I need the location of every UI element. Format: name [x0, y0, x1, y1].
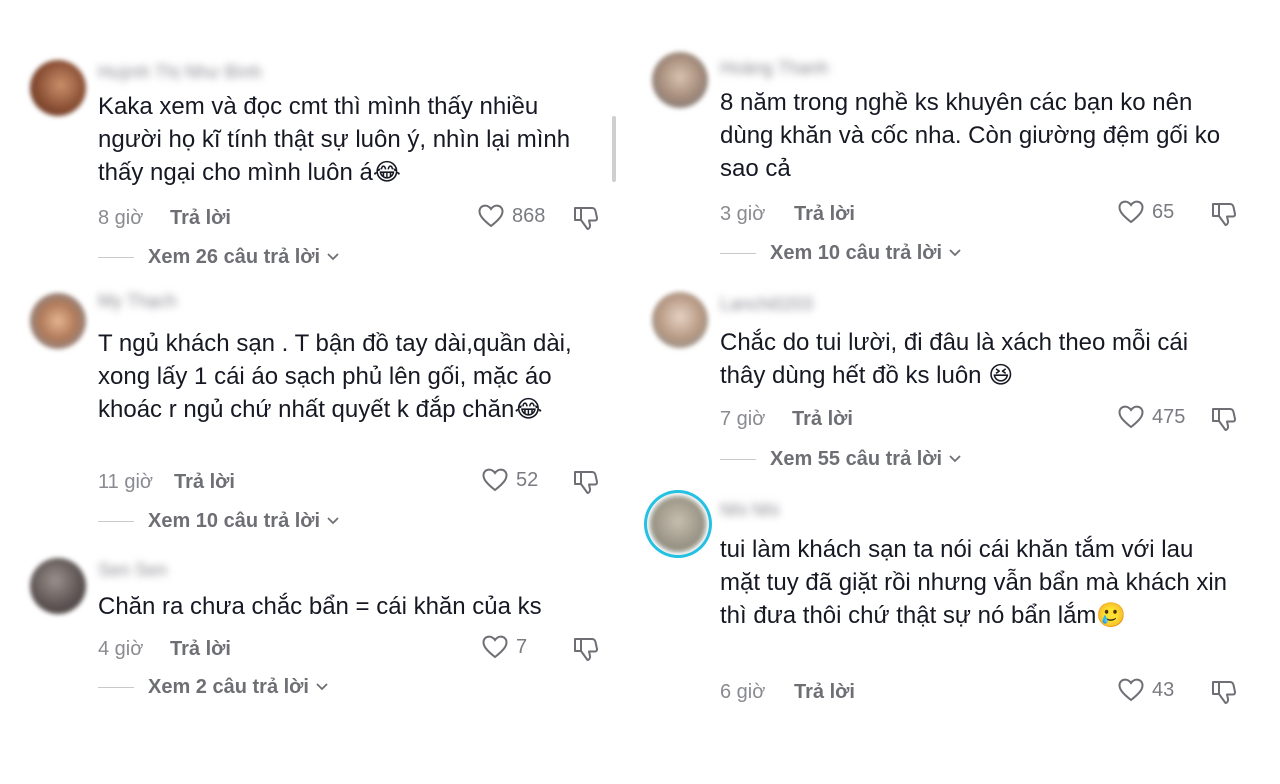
- reply-button[interactable]: Trả lời: [792, 408, 853, 431]
- reply-button[interactable]: Trả lời: [170, 207, 231, 230]
- comment-time: 3 giờ: [720, 203, 766, 225]
- thumbs-down-outline-icon[interactable]: [572, 204, 600, 232]
- comment-time: 11 giờ: [98, 471, 153, 493]
- comment-text: Chăn ra chưa chắc bẩn = cái khăn của ks: [98, 593, 542, 620]
- comment-actions: 6 giờ Trả lời 43: [720, 678, 1260, 706]
- comment-actions: 7 giờ Trả lời 475: [720, 405, 1260, 433]
- comment-username[interactable]: Hoàng Thanh: [720, 58, 829, 79]
- avatar[interactable]: [30, 293, 86, 349]
- view-replies-label: Xem 2 câu trả lời: [148, 675, 309, 698]
- comment-time: 6 giờ: [720, 681, 766, 703]
- comment-time: 4 giờ: [98, 638, 144, 660]
- thumbs-down-outline-icon[interactable]: [1210, 405, 1238, 433]
- like-button[interactable]: 475: [1118, 405, 1185, 429]
- comment-text: T ngủ khách sạn . T bận đồ tay dài,quần …: [98, 330, 572, 423]
- heart-outline-icon: [1118, 678, 1144, 702]
- thumbs-down-outline-icon[interactable]: [1210, 200, 1238, 228]
- comment-text: tui làm khách sạn ta nói cái khăn tắm vớ…: [720, 536, 1228, 629]
- chevron-down-icon: [326, 516, 340, 526]
- chevron-down-icon: [948, 248, 962, 258]
- like-button[interactable]: 43: [1118, 678, 1174, 702]
- reply-button[interactable]: Trả lời: [170, 638, 231, 661]
- chevron-down-icon: [948, 454, 962, 464]
- like-button[interactable]: 868: [478, 204, 545, 228]
- comment-text: 8 năm trong nghề ks khuyên các bạn ko nê…: [720, 89, 1221, 182]
- comment-username[interactable]: My Thạch: [98, 291, 177, 312]
- like-count: 43: [1152, 678, 1175, 701]
- like-count: 7: [516, 635, 528, 658]
- heart-outline-icon: [482, 468, 508, 492]
- comment-username[interactable]: Lanchi0203: [720, 294, 813, 315]
- comment-time: 7 giờ: [720, 408, 766, 430]
- like-count: 475: [1152, 405, 1186, 428]
- thumbs-down-outline-icon[interactable]: [572, 468, 600, 496]
- view-replies-label: Xem 10 câu trả lời: [148, 509, 321, 532]
- avatar[interactable]: [30, 558, 86, 614]
- like-count: 52: [516, 468, 539, 491]
- reply-button[interactable]: Trả lời: [174, 471, 235, 494]
- view-replies-button[interactable]: Xem 10 câu trả lời: [720, 240, 1120, 266]
- comment-actions: 11 giờ Trả lời 52: [98, 468, 618, 496]
- heart-outline-icon: [1118, 200, 1144, 224]
- comment-actions: 3 giờ Trả lời 65: [720, 200, 1260, 228]
- like-button[interactable]: 65: [1118, 200, 1174, 224]
- heart-outline-icon: [1118, 405, 1144, 429]
- like-button[interactable]: 52: [482, 468, 538, 492]
- thumbs-down-outline-icon[interactable]: [1210, 678, 1238, 706]
- like-count: 65: [1152, 200, 1175, 223]
- heart-outline-icon: [478, 204, 504, 228]
- divider: [98, 256, 134, 258]
- view-replies-label: Xem 55 câu trả lời: [770, 447, 943, 470]
- view-replies-button[interactable]: Xem 2 câu trả lời: [98, 674, 498, 700]
- scrollbar[interactable]: [612, 116, 616, 182]
- comment-username[interactable]: Nhi Nhi: [720, 500, 779, 521]
- divider: [720, 252, 756, 254]
- divider: [720, 458, 756, 460]
- view-replies-label: Xem 26 câu trả lời: [148, 245, 321, 268]
- reply-button[interactable]: Trả lời: [794, 203, 855, 226]
- chevron-down-icon: [326, 252, 340, 262]
- avatar: [650, 496, 706, 552]
- like-button[interactable]: 7: [482, 635, 527, 659]
- like-count: 868: [512, 204, 546, 227]
- divider: [98, 520, 134, 522]
- comment-time: 8 giờ: [98, 207, 144, 229]
- view-replies-button[interactable]: Xem 55 câu trả lời: [720, 446, 1120, 472]
- comment-username[interactable]: Sen Sen: [98, 560, 167, 581]
- chevron-down-icon: [315, 682, 329, 692]
- avatar[interactable]: [30, 60, 86, 116]
- comment-text: Kaka xem và đọc cmt thì mình thấy nhiều …: [98, 93, 571, 186]
- view-replies-label: Xem 10 câu trả lời: [770, 241, 943, 264]
- divider: [98, 686, 134, 688]
- avatar-story-ring[interactable]: [650, 496, 706, 552]
- comment-username[interactable]: Huỳnh Thị Như Bình: [98, 62, 262, 83]
- view-replies-button[interactable]: Xem 10 câu trả lời: [98, 508, 498, 534]
- avatar[interactable]: [652, 52, 708, 108]
- comment-text: Chắc do tui lười, đi đâu là xách theo mỗ…: [720, 329, 1189, 389]
- reply-button[interactable]: Trả lời: [794, 681, 855, 704]
- avatar[interactable]: [652, 292, 708, 348]
- view-replies-button[interactable]: Xem 26 câu trả lời: [98, 244, 498, 270]
- heart-outline-icon: [482, 635, 508, 659]
- comment-actions: 4 giờ Trả lời 7: [98, 635, 618, 663]
- comment-actions: 8 giờ Trả lời 868: [98, 204, 618, 232]
- thumbs-down-outline-icon[interactable]: [572, 635, 600, 663]
